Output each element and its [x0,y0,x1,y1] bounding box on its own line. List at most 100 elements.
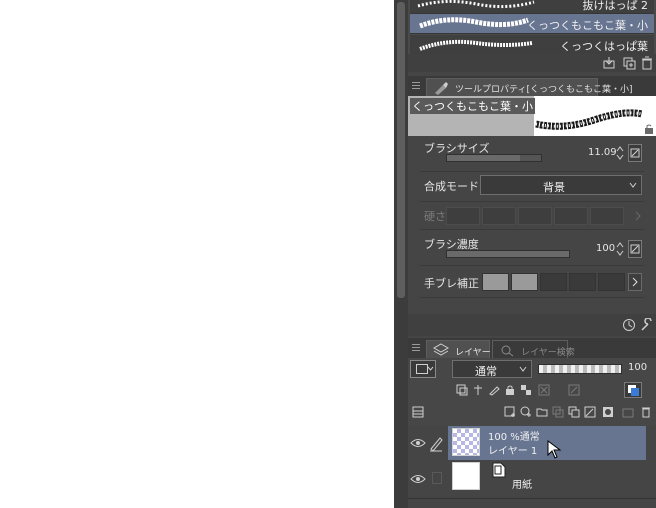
reference-layer-icon[interactable] [472,384,484,396]
hardness-level [482,207,516,225]
sub-tool-list-toolbar [408,54,656,72]
stabilization-level[interactable] [482,273,509,291]
layer-name: 用紙 [512,480,532,491]
stabilization-expand-button[interactable] [628,273,642,291]
wrench-icon[interactable] [640,318,654,332]
brush-size-slider[interactable] [446,154,542,162]
lock-icon[interactable] [504,384,516,396]
tab-layer[interactable]: レイヤー [426,340,491,358]
drawing-canvas[interactable] [0,0,394,508]
import-icon[interactable] [602,56,616,70]
property-brush-size: ブラシサイズ 11.09 [420,136,644,172]
mouse-cursor-icon [547,440,562,459]
layer-row-body[interactable]: 用紙 [448,462,646,496]
tab-layer-search[interactable]: レイヤー検索 [492,340,575,358]
pressure-icon [630,148,640,158]
hardness-level [554,207,588,225]
scrollbar-thumb[interactable] [397,2,405,298]
sub-tool-list: 抜けはっぱ 2 くっつくもこもこ葉・小 くっつくはっぱ葉 [408,0,656,54]
trash-icon[interactable] [640,406,652,418]
trash-icon[interactable] [640,56,654,70]
brush-preview-name: くっつくもこもこ葉・小 [410,98,535,114]
new-raster-layer-icon[interactable] [504,406,516,418]
stabilization-level[interactable] [569,273,596,291]
layer-property-icon[interactable] [412,406,424,418]
edit-target-empty[interactable] [432,472,442,484]
layer-color-mode-button[interactable] [624,382,642,398]
brush-size-value[interactable]: 11.09 [588,147,617,158]
transfer-down-icon[interactable] [552,406,564,418]
brush-stroke-preview [419,17,529,29]
mask-icon[interactable] [602,406,614,418]
layer-blend-mode-dropdown[interactable]: 通常 [452,360,532,378]
property-hardness: 硬さ [420,202,644,230]
spin-arrows-icon[interactable] [615,241,625,257]
tab-layer-label: レイヤー [455,348,491,358]
layer-separator [408,498,656,499]
stabilization-level[interactable] [511,273,538,291]
stabilization-levels[interactable] [482,273,625,291]
brush-tool-icon [435,82,448,95]
property-brush-density: ブラシ濃度 100 [420,230,644,266]
tab-layer-search-label: レイヤー検索 [521,348,575,358]
merge-down-icon[interactable] [568,406,580,418]
ruler-enable-icon[interactable] [568,384,580,396]
clip-layer-icon[interactable] [456,384,468,396]
pen-edit-icon[interactable] [428,434,444,452]
brush-density-value[interactable]: 100 [596,243,615,254]
lock-icon[interactable] [644,124,654,134]
blend-mode-dropdown[interactable]: 背景 [480,175,642,195]
sub-tool-label: くっつくもこもこ葉・小 [527,19,648,32]
eye-icon[interactable] [410,436,426,450]
sub-tool-label: くっつくはっぱ葉 [560,40,648,53]
brush-stroke-preview-large [535,109,643,130]
sub-tool-label: 抜けはっぱ 2 [582,0,649,12]
layers-icon [433,343,449,356]
reset-icon[interactable] [622,318,636,332]
brush-preview: くっつくもこもこ葉・小 [408,96,656,136]
tab-tool-property[interactable]: ツールプロパティ[くっつくもこもこ葉・小] [426,78,632,96]
layer-color-button[interactable] [410,360,436,378]
apply-mask-icon[interactable] [622,406,634,418]
panel-menu-icon[interactable] [412,344,420,351]
chevron-right-icon [635,211,641,221]
draft-layer-icon[interactable] [488,384,500,396]
sub-tool-item[interactable]: くっつくはっぱ葉 [410,35,654,54]
eye-icon[interactable] [410,472,426,486]
duplicate-icon[interactable] [622,56,636,70]
new-vector-layer-icon[interactable] [520,406,532,418]
layer-toolbar: 通常 100 [408,358,656,426]
tool-property-title: ツールプロパティ[くっつくもこもこ葉・小] [455,85,633,95]
hardness-levels [446,207,624,225]
new-folder-icon[interactable] [536,406,548,418]
sub-tool-item[interactable]: 抜けはっぱ 2 [410,0,654,14]
stabilization-level[interactable] [540,273,567,291]
layer-thumbnail [452,428,480,456]
chevron-down-icon [427,366,434,371]
brush-density-slider-fill [447,251,569,257]
layer-opacity-slider[interactable] [538,364,622,374]
hardness-level [518,207,552,225]
layer-row[interactable]: 用紙 [408,462,656,498]
blend-mode-value: 背景 [543,181,565,194]
layer-row[interactable]: 100 %通常 レイヤー 1 [408,426,656,462]
sub-tool-item-selected[interactable]: くっつくもこもこ葉・小 [410,14,654,34]
layer-opacity-value[interactable]: 100 [628,362,647,373]
pressure-toggle-button[interactable] [628,240,642,258]
layer-thumbnail [452,462,480,490]
blend-mode-label: 合成モード [424,180,479,193]
lock-transparency-icon[interactable] [520,384,532,396]
canvas-vertical-scrollbar[interactable] [394,0,408,508]
pressure-toggle-button[interactable] [628,144,642,162]
brush-density-slider[interactable] [446,250,570,258]
mask-enable-icon[interactable] [538,384,550,396]
merge-selected-icon[interactable] [584,406,596,418]
stabilization-label: 手ブレ補正 [424,277,479,290]
spin-arrows-icon[interactable] [615,145,625,161]
tool-property-header: ツールプロパティ[くっつくもこもこ葉・小] [408,76,656,96]
panel-menu-icon[interactable] [412,82,420,89]
right-panel: 抜けはっぱ 2 くっつくもこもこ葉・小 くっつくはっぱ葉 ツールプロパティ[くっ… [408,0,656,508]
hardness-level [446,207,480,225]
stabilization-level[interactable] [598,273,625,291]
hardness-label: 硬さ [424,210,446,223]
